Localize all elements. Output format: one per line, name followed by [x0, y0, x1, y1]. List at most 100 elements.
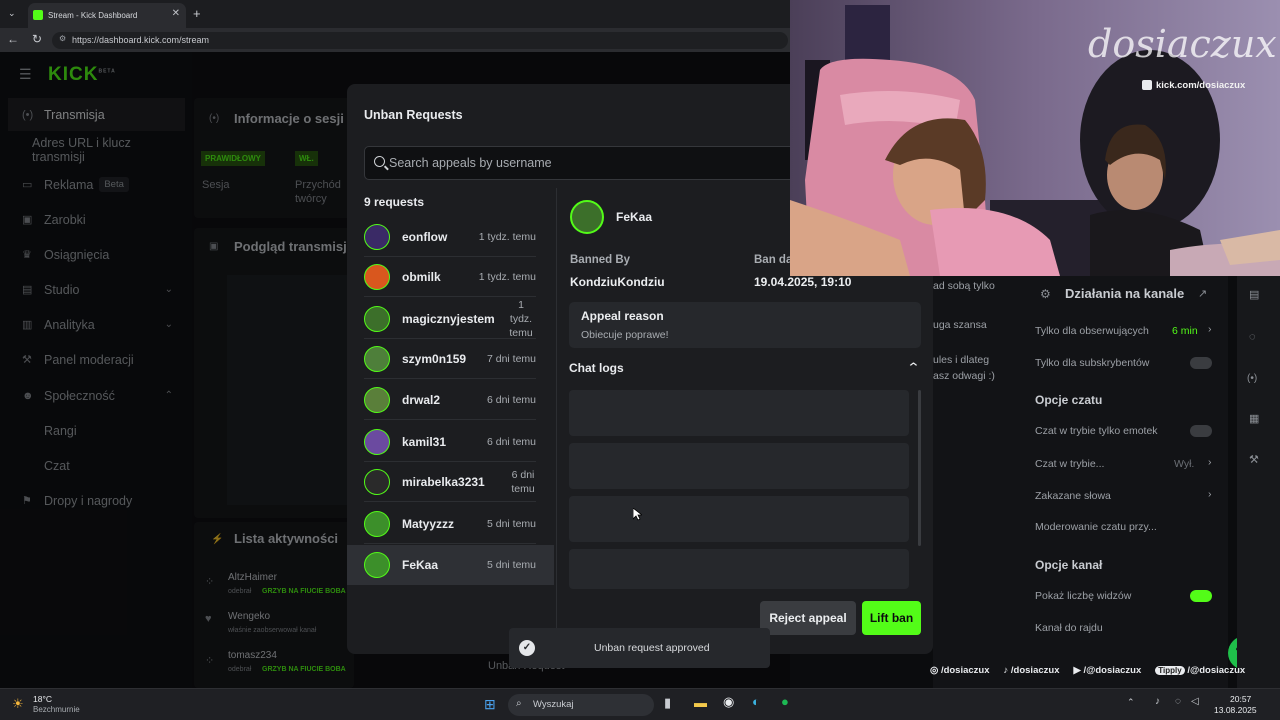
chat-log-entry: [569, 496, 909, 542]
browser-tab[interactable]: Stream - Kick Dashboard ✕: [28, 3, 186, 28]
address-bar[interactable]: ⚙ https://dashboard.kick.com/stream: [52, 32, 788, 49]
search-placeholder: Search appeals by username: [389, 156, 552, 170]
chevron-right-icon[interactable]: ›: [1208, 323, 1212, 335]
browser-toolbar: ← ↻ ⚙ https://dashboard.kick.com/stream: [0, 28, 790, 52]
raid-label[interactable]: Kanał do rajdu: [1035, 622, 1103, 634]
request-row-obmilk[interactable]: obmilk 1 tydz. temu: [347, 257, 554, 297]
avatar: [570, 200, 604, 234]
clock-date: 13.08.2025: [1214, 705, 1257, 715]
chat-fragment: ad sobą tylko: [933, 280, 995, 292]
request-row-matyyzzz[interactable]: Matyyzzz 5 dni temu: [347, 504, 554, 544]
chat-mode-label[interactable]: Czat w trybie...: [1035, 458, 1104, 470]
moderation-label[interactable]: Moderowanie czatu przy...: [1035, 521, 1157, 533]
tab-close-icon[interactable]: ✕: [172, 8, 180, 19]
tab-list-icon[interactable]: ⌄: [8, 8, 16, 19]
volume-icon[interactable]: ◁: [1191, 696, 1199, 707]
chat-mode-value: Wył.: [1174, 458, 1195, 470]
request-time: 1 tydz. temu: [478, 231, 536, 243]
tiktok-handle: ♪ /dosiaczux: [1003, 664, 1060, 676]
instagram-handle: ◎ /dosiaczux: [930, 664, 990, 676]
new-tab-icon[interactable]: +: [193, 6, 201, 21]
spotify-icon[interactable]: ●: [781, 694, 789, 709]
banned-words-label[interactable]: Zakazane słowa: [1035, 490, 1111, 502]
chevron-up-icon[interactable]: ⌃: [906, 360, 920, 376]
chat-fragment: uga szansa: [933, 319, 987, 331]
request-time: 6 dni temu: [486, 394, 536, 406]
row-divider: [364, 296, 536, 297]
request-time: 5 dni temu: [486, 559, 536, 571]
request-row-eonflow[interactable]: eonflow 1 tydz. temu: [347, 217, 554, 257]
popout-icon[interactable]: ↗: [1198, 287, 1207, 300]
site-info-icon[interactable]: ⚙: [59, 34, 66, 43]
chat-logs-scrollbar[interactable]: [918, 390, 921, 546]
network-icon[interactable]: ◌: [1175, 696, 1181, 707]
avatar: [364, 429, 390, 455]
request-time: 5 dni temu: [486, 518, 536, 530]
request-time: 7 dni temu: [486, 353, 536, 365]
layout-icon[interactable]: ▦: [1249, 412, 1259, 425]
row-divider: [364, 378, 536, 379]
check-circle-icon: ✓: [519, 640, 535, 656]
banned-by-value: KondziuKondziu: [570, 275, 665, 289]
browser-tabbar: ⌄ Stream - Kick Dashboard ✕ +: [0, 0, 790, 28]
request-row-drwal2[interactable]: drwal2 6 dni temu: [347, 380, 554, 420]
avatar: [364, 552, 390, 578]
back-icon[interactable]: ←: [7, 32, 19, 46]
chat-fragment: ules i dlateg: [933, 354, 990, 366]
weather-desc: Bezchmurnie: [33, 705, 80, 714]
channel-actions-title: Działania na kanale: [1065, 286, 1185, 301]
taskbar-search[interactable]: ⌕ Wyszukaj: [508, 694, 654, 716]
notes-icon[interactable]: ▤: [1249, 288, 1259, 301]
chevron-right-icon[interactable]: ›: [1208, 488, 1212, 500]
emote-mode-label: Czat w trybie tylko emotek: [1035, 425, 1158, 437]
appeal-reason-box: Appeal reason Obiecuje poprawe!: [569, 302, 921, 348]
chat-log-entry: [569, 549, 909, 589]
reject-appeal-button[interactable]: Reject appeal: [760, 601, 856, 635]
broadcast-icon[interactable]: (•): [1247, 373, 1257, 384]
list-divider: [556, 188, 557, 654]
subs-only-toggle[interactable]: [1190, 357, 1212, 369]
modal-title: Unban Requests: [364, 108, 463, 122]
mic-icon[interactable]: ♪: [1155, 696, 1160, 707]
avatar: [364, 306, 390, 332]
request-row-magicznyjestem[interactable]: magicznyjestem 1 tydz. temu: [347, 299, 554, 339]
request-time: 1 tydz. temu: [478, 271, 536, 283]
windows-start-icon[interactable]: ⊞: [484, 696, 496, 713]
request-row-kamil31[interactable]: kamil31 6 dni temu: [347, 422, 554, 462]
chevron-right-icon[interactable]: ›: [1208, 456, 1212, 468]
chat-fragment: asz odwagi :): [933, 370, 995, 382]
request-username: obmilk: [402, 270, 441, 284]
lift-ban-button[interactable]: Lift ban: [862, 601, 921, 635]
request-row-fekaa[interactable]: FeKaa 5 dni temu: [347, 545, 554, 585]
file-explorer-icon[interactable]: ▬: [694, 695, 707, 710]
request-row-szym0n159[interactable]: szym0n159 7 dni temu: [347, 339, 554, 379]
reload-icon[interactable]: ↻: [32, 32, 42, 46]
webcam-overlay: dosiaczux kick.com/dosiaczux: [790, 0, 1280, 276]
task-view-icon[interactable]: ▮: [664, 695, 671, 711]
request-time: 6 dni temu: [511, 469, 535, 495]
subs-only-label: Tylko dla subskrybentów: [1035, 357, 1150, 369]
weather-icon[interactable]: ☀: [12, 696, 24, 712]
chat-log-entry: [569, 390, 909, 436]
toast-notification: ✓ Unban request approved: [509, 628, 770, 668]
url-text: https://dashboard.kick.com/stream: [72, 35, 210, 45]
row-divider: [364, 543, 536, 544]
tipply-handle: Tipply /@dosiaczux: [1155, 665, 1245, 676]
emote-mode-toggle[interactable]: [1190, 425, 1212, 437]
request-username: kamil31: [402, 435, 447, 449]
avatar: [364, 224, 390, 250]
obs-icon[interactable]: ◉: [723, 694, 734, 710]
kick-icon: [1142, 80, 1152, 90]
ban-date-value: 19.04.2025, 19:10: [754, 275, 852, 289]
social-bar: ◎ /dosiaczux ♪ /dosiaczux ▶ /@dosiaczux …: [930, 661, 1280, 679]
request-username: drwal2: [402, 393, 441, 407]
show-viewers-toggle[interactable]: [1190, 590, 1212, 602]
chat-bubble-icon[interactable]: ◌: [1249, 331, 1256, 343]
tray-chevron-icon[interactable]: ⌃: [1127, 697, 1135, 708]
request-row-mirabelka3231[interactable]: mirabelka3231 6 dni temu: [347, 462, 554, 502]
brand-logo: dosiaczux: [1088, 22, 1277, 66]
banned-by-label: Banned By: [570, 254, 631, 266]
wrench-icon[interactable]: ⚒: [1249, 453, 1259, 466]
edge-icon[interactable]: ◐: [752, 694, 760, 709]
follow-only-label[interactable]: Tylko dla obserwujących: [1035, 325, 1149, 337]
